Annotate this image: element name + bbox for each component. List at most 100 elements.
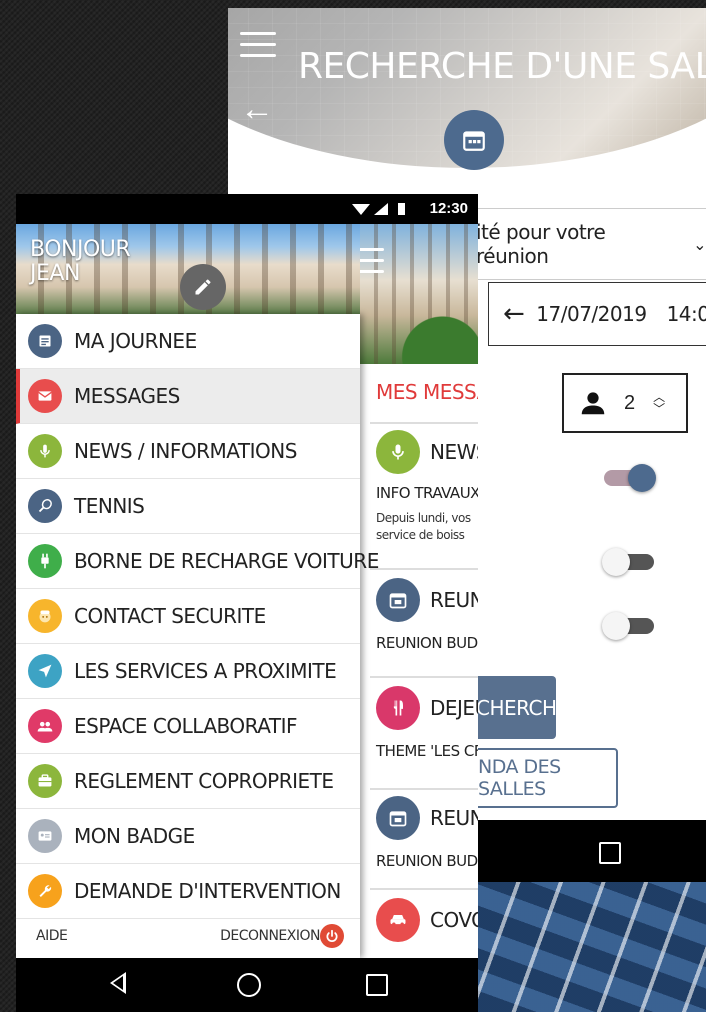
messages-panel: MES MESSAG NEWS INFO TRAVAUX Depuis lund… <box>360 224 478 958</box>
clock: 12:30 <box>429 200 468 217</box>
pencil-icon <box>195 279 211 295</box>
edit-profile-button[interactable] <box>180 264 226 310</box>
capacity-select[interactable]: ité pour votre réunion ⌄ <box>476 208 706 280</box>
toggle-option-1[interactable] <box>604 464 656 492</box>
cutlery-icon <box>376 686 420 730</box>
recent-apps-icon[interactable] <box>366 974 388 996</box>
menu-item-label: MON BADGE <box>74 824 195 848</box>
logout-link[interactable]: DECONNEXION <box>220 928 320 944</box>
time-value: 14:00 <box>666 302 706 326</box>
menu-item-label: ESPACE COLLABORATIF <box>74 714 297 738</box>
message-item[interactable]: COVOI <box>376 898 478 942</box>
toggle-knob <box>628 464 656 492</box>
guard-icon <box>28 599 62 633</box>
menu-item-label: NEWS / INFORMATIONS <box>74 439 297 463</box>
menu-item[interactable]: LES SERVICES A PROXIMITE <box>16 644 360 699</box>
chevron-down-icon: ⌄ <box>693 234 706 254</box>
location-arrow-icon <box>28 654 62 688</box>
menu-list: MA JOURNEE MESSAGES NEWS / INFORMATIONS TEN… <box>16 314 379 919</box>
badge-icon <box>28 819 62 853</box>
back-icon[interactable] <box>110 972 126 994</box>
menu-item[interactable]: MA JOURNEE <box>16 314 360 369</box>
person-icon <box>578 388 608 418</box>
back-arrow-icon[interactable]: ← <box>240 92 274 126</box>
message-item[interactable]: REUNI <box>376 578 478 622</box>
menu-item-label: DEMANDE D'INTERVENTION <box>74 879 341 903</box>
date-value: 17/07/2019 <box>536 302 647 326</box>
group-icon <box>28 709 62 743</box>
toggle-knob <box>602 612 630 640</box>
journal-icon <box>28 324 62 358</box>
menu-item[interactable]: TENNIS <box>16 479 360 534</box>
menu-item-label: REGLEMENT COPROPRIETE <box>74 769 334 793</box>
toggle-option-2[interactable] <box>602 548 654 576</box>
divider <box>370 422 478 424</box>
stepper-arrows-icon[interactable]: ︿ ﹀ <box>653 391 665 415</box>
navigation-bar <box>16 958 478 1012</box>
menu-item[interactable]: REGLEMENT COPROPRIETE <box>16 754 360 809</box>
menu-item[interactable]: MON BADGE <box>16 809 360 864</box>
help-link[interactable]: AIDE <box>36 928 68 944</box>
room-agenda-button[interactable]: NDA DES SALLES <box>460 748 618 808</box>
search-header: RECHERCHE D'UNE SALLE ← <box>228 8 706 188</box>
toggle-knob <box>602 548 630 576</box>
divider <box>370 568 478 570</box>
menu-item[interactable]: BORNE DE RECHARGE VOITURE <box>16 534 379 589</box>
microphone-icon <box>28 434 62 468</box>
greeting: BONJOUR JEAN <box>30 237 131 286</box>
divider <box>370 788 478 790</box>
briefcase-icon <box>28 764 62 798</box>
car-icon <box>376 898 420 942</box>
divider <box>370 888 478 890</box>
menu-item-label: TENNIS <box>74 494 145 518</box>
wrench-icon <box>28 874 62 908</box>
menu-item[interactable]: ESPACE COLLABORATIF <box>16 699 360 754</box>
tennis-racket-icon <box>28 489 62 523</box>
calendar-icon <box>376 796 420 840</box>
menu-item-label: MA JOURNEE <box>74 329 197 353</box>
recent-apps-icon[interactable] <box>599 842 621 864</box>
drawer-footer: AIDE DECONNEXION <box>16 914 360 958</box>
villa-photo <box>360 224 478 364</box>
menu-item[interactable]: DEMANDE D'INTERVENTION <box>16 864 360 919</box>
toggle-option-3[interactable] <box>602 612 654 640</box>
menu-icon[interactable] <box>360 248 384 278</box>
menu-item[interactable]: NEWS / INFORMATIONS <box>16 424 360 479</box>
menu-item-label: MESSAGES <box>74 384 180 408</box>
message-subtitle: REUNION BUD <box>376 852 478 870</box>
persons-value: 2 <box>624 391 636 414</box>
page-title: RECHERCHE D'UNE SALLE <box>298 46 706 87</box>
building-photo <box>478 882 706 1012</box>
menu-item[interactable]: CONTACT SECURITE <box>16 589 360 644</box>
signal-icons <box>352 203 405 215</box>
home-icon[interactable] <box>237 973 261 997</box>
message-body: Depuis lundi, vos service de boiss <box>376 511 471 542</box>
message-subtitle: THEME 'LES CF <box>376 742 478 760</box>
messages-title: MES MESSAG <box>376 380 478 404</box>
message-subtitle: INFO TRAVAUX <box>376 484 478 502</box>
plug-icon <box>28 544 62 578</box>
power-icon[interactable] <box>320 924 344 948</box>
message-item[interactable]: REUNI <box>376 796 478 840</box>
date-time-field[interactable]: ← 17/07/2019 14:00 <box>488 282 706 346</box>
menu-item-label: CONTACT SECURITE <box>74 604 266 628</box>
message-item[interactable]: NEWS <box>376 430 478 474</box>
calendar-icon <box>376 578 420 622</box>
mail-icon <box>28 379 62 413</box>
calendar-icon <box>444 110 504 170</box>
message-item[interactable]: DEJEU <box>376 686 478 730</box>
menu-item[interactable]: MESSAGES <box>16 369 360 424</box>
message-subtitle: REUNION BUD <box>376 634 478 652</box>
divider <box>370 676 478 678</box>
menu-item-label: LES SERVICES A PROXIMITE <box>74 659 337 683</box>
persons-stepper[interactable]: 2 ︿ ﹀ <box>562 373 688 433</box>
navigation-drawer: MA JOURNEE MESSAGES NEWS / INFORMATIONS TEN… <box>16 314 379 958</box>
menu-icon[interactable] <box>240 32 276 62</box>
microphone-icon <box>376 430 420 474</box>
menu-item-label: BORNE DE RECHARGE VOITURE <box>74 549 379 573</box>
status-bar: 12:30 <box>16 194 478 224</box>
arrow-left-icon[interactable]: ← <box>503 299 525 329</box>
capacity-select-label: ité pour votre réunion <box>476 220 606 268</box>
search-button[interactable]: CHERCHER <box>466 676 583 739</box>
main-phone-screen: 12:30 BONJOUR JEAN MES MESSAG NEWS INFO … <box>16 194 478 1012</box>
